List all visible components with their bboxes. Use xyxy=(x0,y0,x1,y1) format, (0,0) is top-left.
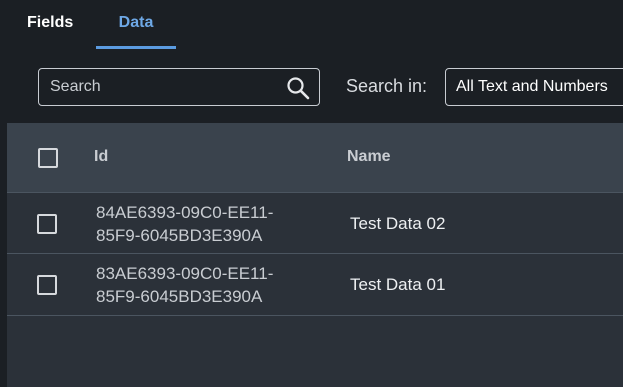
search-input[interactable] xyxy=(39,69,279,105)
tab-data-label: Data xyxy=(118,14,154,31)
tab-fields-label: Fields xyxy=(27,14,74,31)
row-checkbox[interactable] xyxy=(37,275,57,295)
search-field[interactable] xyxy=(38,68,320,106)
data-panel: Fields Data Search in: All Text and Numb… xyxy=(0,0,623,387)
column-header-name[interactable]: Name xyxy=(347,148,391,166)
tab-fields[interactable]: Fields xyxy=(27,0,77,49)
row-name: Test Data 02 xyxy=(350,214,446,233)
select-all-checkbox[interactable] xyxy=(38,148,58,168)
table-header: Id Name xyxy=(7,123,623,193)
row-id-line2: 85F9-6045BD3E390A xyxy=(96,287,263,306)
search-scope-select[interactable]: All Text and Numbers xyxy=(445,68,623,106)
row-id-line1: 83AE6393-09C0-EE11- xyxy=(96,264,274,283)
row-id: 84AE6393-09C0-EE11- 85F9-6045BD3E390A xyxy=(96,201,316,247)
row-name: Test Data 01 xyxy=(350,275,446,294)
active-tab-indicator xyxy=(96,46,176,49)
data-table: Id Name 84AE6393-09C0-EE11- 85F9-6045BD3… xyxy=(7,123,623,387)
row-checkbox[interactable] xyxy=(37,214,57,234)
row-id-line2: 85F9-6045BD3E390A xyxy=(96,226,263,245)
table-row[interactable]: 83AE6393-09C0-EE11- 85F9-6045BD3E390A Te… xyxy=(7,254,623,316)
search-in-label: Search in: xyxy=(346,76,428,96)
tab-bar: Fields Data xyxy=(0,0,623,49)
search-icon[interactable] xyxy=(286,76,310,100)
tab-data[interactable]: Data xyxy=(96,0,176,49)
row-id: 83AE6393-09C0-EE11- 85F9-6045BD3E390A xyxy=(96,262,316,308)
column-header-id[interactable]: Id xyxy=(94,148,108,166)
row-id-line1: 84AE6393-09C0-EE11- xyxy=(96,203,274,222)
search-scope-value: All Text and Numbers xyxy=(456,78,608,95)
table-row[interactable]: 84AE6393-09C0-EE11- 85F9-6045BD3E390A Te… xyxy=(7,193,623,254)
